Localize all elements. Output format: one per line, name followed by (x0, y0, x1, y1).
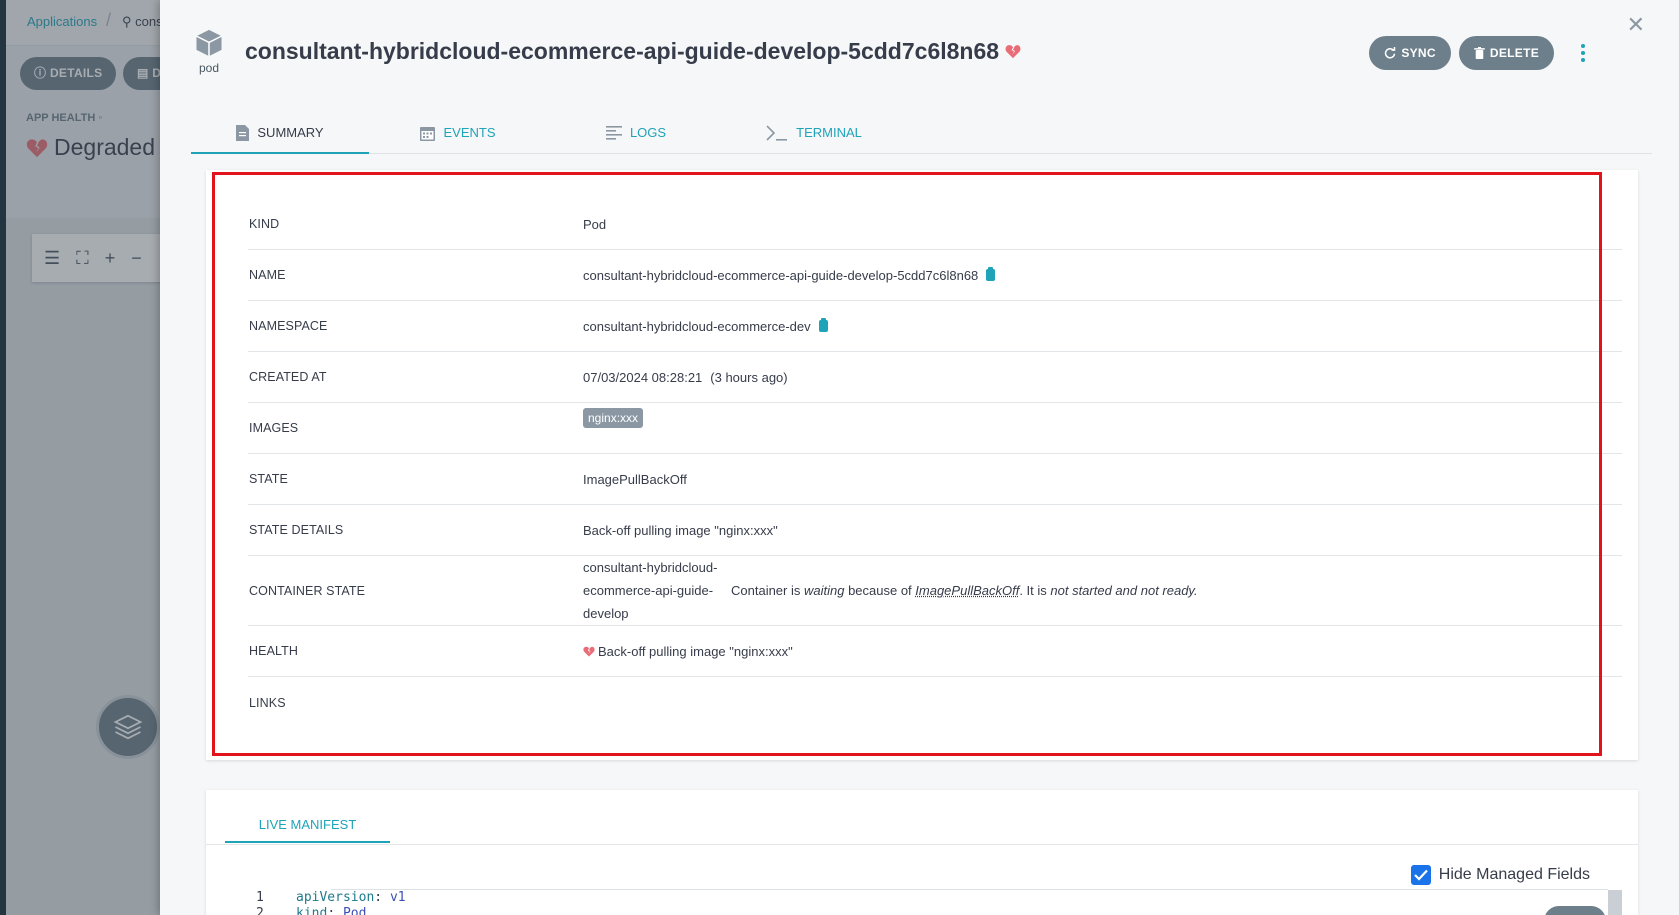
broken-heart-icon (1005, 45, 1021, 59)
delete-button[interactable]: DELETE (1458, 36, 1554, 70)
summary-row-created-at: CREATED AT 07/03/2024 08:28:21 (3 hours … (248, 352, 1622, 403)
manifest-card: LIVE MANIFEST Hide Managed Fields 1 apiVe… (206, 790, 1638, 915)
reason-tooltip[interactable]: ImagePullBackOff (915, 583, 1019, 598)
summary-row-name: NAME consultant-hybridcloud-ecommerce-ap… (248, 250, 1622, 301)
divider (206, 844, 1638, 845)
copy-icon[interactable] (986, 267, 996, 281)
row-value: Pod (583, 216, 607, 232)
close-icon[interactable]: ✕ (1627, 12, 1645, 38)
summary-row-images: IMAGES nginx:xxx (248, 403, 1622, 454)
broken-heart-icon (583, 646, 595, 656)
panel-actions: SYNC DELETE (1369, 36, 1594, 70)
row-label: HEALTH (249, 644, 298, 658)
copy-icon[interactable] (818, 318, 828, 332)
summary-row-kind: KIND Pod (248, 199, 1622, 250)
tab-live-manifest[interactable]: LIVE MANIFEST (225, 806, 390, 843)
row-label: NAME (249, 268, 286, 282)
check-icon (1414, 869, 1428, 881)
terminal-icon (766, 124, 788, 141)
hide-managed-fields-checkbox[interactable] (1410, 865, 1431, 885)
trash-icon (1474, 47, 1485, 59)
hide-managed-fields[interactable]: Hide Managed Fields (1410, 865, 1590, 885)
calendar-icon (420, 126, 436, 141)
align-left-icon (605, 125, 622, 140)
container-state-message: Container is waiting because of ImagePul… (731, 583, 1198, 598)
created-at-relative: (3 hours ago) (710, 369, 788, 385)
summary-row-state-details: STATE DETAILS Back-off pulling image "ng… (248, 505, 1622, 556)
code-line: 1 apiVersion: v1 (256, 890, 406, 905)
resource-name: consultant-hybridcloud-ecommerce-api-gui… (245, 38, 1000, 64)
summary-row-links: LINKS (248, 677, 1622, 728)
sync-button[interactable]: SYNC (1369, 36, 1451, 70)
created-at-value: 07/03/2024 08:28:21 (583, 369, 703, 385)
summary-row-state: STATE ImagePullBackOff (248, 454, 1622, 505)
tab-logs[interactable]: LOGS (547, 112, 725, 153)
hide-managed-fields-label: Hide Managed Fields (1438, 866, 1590, 883)
panel-tabs: SUMMARY EVENTS LOGS TERMINAL (191, 112, 1652, 154)
container-name: consultant-hybridcloud- ecommerce-api-gu… (583, 560, 718, 621)
summary-row-health: HEALTH Back-off pulling image "nginx:xxx… (248, 626, 1622, 677)
kind-label: pod (198, 61, 220, 75)
cube-icon (196, 29, 222, 57)
editor-scrollbar[interactable] (1608, 890, 1622, 915)
row-value: consultant-hybridcloud-ecommerce-api-gui… (583, 267, 1622, 283)
manifest-editor[interactable]: 1 apiVersion: v1 2 kind: Pod (256, 890, 406, 915)
tab-events[interactable]: EVENTS (369, 112, 547, 153)
row-value: Back-off pulling image "nginx:xxx" (583, 644, 1622, 659)
summary-table: KIND Pod NAME consultant-hybridcloud-eco… (248, 199, 1622, 728)
row-value: 07/03/2024 08:28:21 (3 hours ago) (583, 370, 1622, 385)
summary-row-container-state: CONTAINER STATE consultant-hybridcloud- … (248, 556, 1622, 626)
resource-details-panel: ✕ pod consultant-hybridcloud-ecommerce-a… (160, 0, 1679, 915)
summary-row-namespace: NAMESPACE consultant-hybridcloud-ecommer… (248, 301, 1622, 352)
file-icon (236, 124, 250, 141)
name-value: consultant-hybridcloud-ecommerce-api-gui… (583, 267, 979, 283)
row-label: KIND (249, 217, 280, 231)
editor-border (331, 889, 1608, 890)
tab-summary[interactable]: SUMMARY (191, 112, 369, 154)
panel-title: consultant-hybridcloud-ecommerce-api-gui… (245, 38, 1021, 65)
code-line: 2 kind: Pod (256, 906, 367, 915)
row-label: LINKS (249, 695, 286, 710)
row-label: NAMESPACE (249, 319, 328, 333)
row-value: nginx:xxx (583, 408, 1622, 438)
row-label: IMAGES (249, 421, 299, 435)
row-value: consultant-hybridcloud- ecommerce-api-gu… (583, 556, 1622, 625)
row-label: CREATED AT (249, 370, 327, 384)
row-label: CONTAINER STATE (249, 583, 366, 598)
row-value: consultant-hybridcloud-ecommerce-dev (583, 318, 1622, 334)
more-options-icon[interactable] (1572, 44, 1594, 62)
tab-terminal[interactable]: TERMINAL (725, 112, 903, 153)
image-tag: nginx:xxx (583, 408, 644, 428)
namespace-value: consultant-hybridcloud-ecommerce-dev (583, 318, 811, 334)
row-label: STATE (249, 472, 288, 486)
resource-kind: pod (192, 28, 226, 75)
row-value: ImagePullBackOff (583, 471, 687, 487)
sync-icon (1385, 47, 1396, 59)
row-label: STATE DETAILS (249, 523, 344, 537)
row-value: Back-off pulling image "nginx:xxx" (583, 522, 778, 538)
health-message: Back-off pulling image "nginx:xxx" (598, 643, 793, 659)
save-fab-button[interactable] (1544, 906, 1606, 915)
